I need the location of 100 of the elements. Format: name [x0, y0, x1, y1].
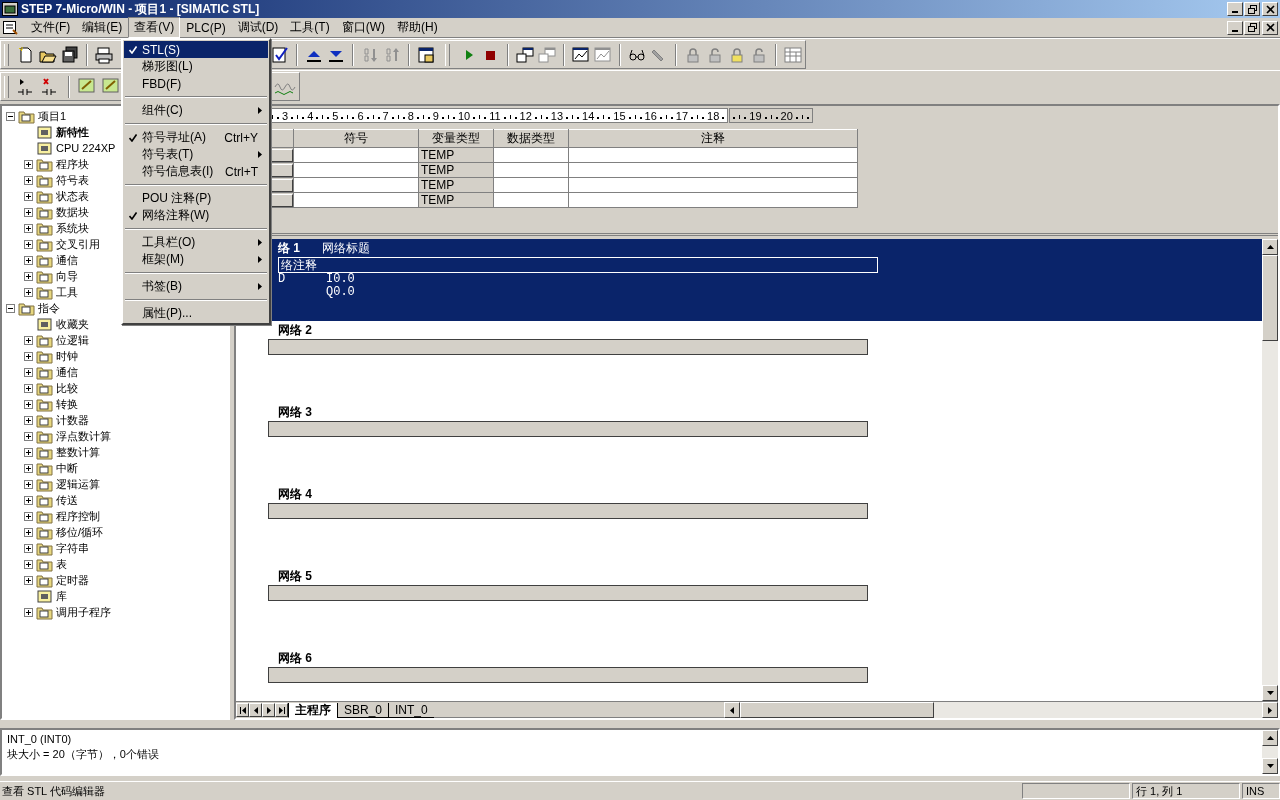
expand-icon[interactable] — [24, 223, 33, 233]
tree-item[interactable]: 收藏夹 — [56, 316, 89, 332]
tree-item[interactable]: 表 — [56, 556, 67, 572]
network[interactable]: 网络 6 — [256, 649, 1262, 701]
expand-icon[interactable] — [24, 543, 33, 553]
scroll-down-button[interactable] — [1262, 758, 1278, 774]
network-comment-field[interactable] — [268, 585, 868, 601]
tree-item[interactable]: 新特性 — [56, 124, 89, 140]
expand-icon[interactable] — [24, 415, 33, 425]
expand-icon[interactable] — [24, 575, 33, 585]
tree-item[interactable]: 转换 — [56, 396, 78, 412]
expand-icon[interactable] — [24, 207, 33, 217]
table-icon[interactable] — [784, 45, 802, 64]
expand-icon[interactable] — [24, 239, 33, 249]
tree-item[interactable]: 通信 — [56, 252, 78, 268]
column-header[interactable]: 变量类型 — [418, 129, 494, 148]
expand-icon[interactable] — [24, 479, 33, 489]
vertical-scrollbar[interactable] — [1262, 730, 1278, 774]
network[interactable]: 网络 5 — [256, 567, 1262, 649]
tab[interactable]: SBR_0 — [337, 702, 389, 718]
restore-button[interactable] — [1244, 20, 1260, 35]
menu-item[interactable]: 文件(F) — [25, 17, 77, 38]
column-header[interactable]: 数据类型 — [493, 129, 569, 148]
scroll-right-button[interactable] — [1262, 702, 1278, 718]
expand-icon[interactable] — [24, 463, 33, 473]
tree-item[interactable]: 项目1 — [38, 108, 67, 124]
network-comment-field[interactable] — [268, 421, 868, 437]
expand-icon[interactable] — [24, 559, 33, 569]
expand-icon[interactable] — [24, 255, 33, 265]
close-button[interactable] — [1262, 20, 1278, 35]
collapse-icon[interactable] — [6, 303, 15, 313]
menu-item[interactable]: 编辑(E) — [76, 17, 129, 38]
expand-icon[interactable] — [24, 399, 33, 409]
first-tab-button[interactable] — [236, 703, 249, 717]
expand-icon[interactable] — [24, 495, 33, 505]
expand-icon[interactable] — [24, 511, 33, 521]
network-icon[interactable] — [516, 45, 534, 64]
menu-item[interactable]: 查看(V) — [128, 17, 181, 38]
close-button[interactable] — [1262, 2, 1278, 16]
trend-chart-icon[interactable] — [572, 45, 590, 64]
checked-document-icon[interactable] — [271, 45, 289, 64]
expand-icon[interactable] — [24, 607, 33, 617]
menu-item[interactable]: 梯形图(L) — [124, 58, 268, 75]
next-tab-button[interactable] — [262, 703, 275, 717]
expand-icon[interactable] — [24, 271, 33, 281]
network-comment-field[interactable]: 络注释 — [278, 257, 878, 273]
tree-item[interactable]: 计数器 — [56, 412, 89, 428]
tree-item[interactable]: 数据块 — [56, 204, 89, 220]
tree-item[interactable]: CPU 224XP — [56, 142, 116, 154]
lock-icon[interactable] — [728, 45, 746, 64]
menu-item[interactable]: 符号寻址(A) Ctrl+Y — [124, 129, 268, 146]
network-comment-field[interactable] — [268, 339, 868, 355]
network[interactable]: 网络 3 — [256, 403, 1262, 485]
window-icon[interactable] — [417, 45, 435, 64]
tree-item[interactable]: 定时器 — [56, 572, 89, 588]
minimize-button[interactable] — [1227, 20, 1243, 35]
column-header[interactable]: 注释 — [568, 129, 858, 148]
menu-item[interactable]: 网络注释(W) — [124, 207, 268, 224]
tree-item[interactable]: 比较 — [56, 380, 78, 396]
network-comment-field[interactable] — [268, 667, 868, 683]
last-tab-button[interactable] — [275, 703, 288, 717]
tree-item[interactable]: 通信 — [56, 364, 78, 380]
tree-item[interactable]: 位逻辑 — [56, 332, 89, 348]
tree-item[interactable]: 时钟 — [56, 348, 78, 364]
scroll-thumb[interactable] — [1262, 255, 1278, 341]
expand-icon[interactable] — [24, 527, 33, 537]
expand-icon[interactable] — [24, 351, 33, 361]
new-file-icon[interactable] — [17, 45, 35, 64]
scroll-down-button[interactable] — [1262, 685, 1278, 701]
expand-icon[interactable] — [24, 367, 33, 377]
tree-item[interactable]: 传送 — [56, 492, 78, 508]
tree-item[interactable]: 浮点数计算 — [56, 428, 111, 444]
tree-item[interactable]: 库 — [56, 588, 67, 604]
tree-item[interactable]: 指令 — [38, 300, 60, 316]
tree-item[interactable]: 逻辑运算 — [56, 476, 100, 492]
expand-icon[interactable] — [24, 175, 33, 185]
tree-item[interactable]: 向导 — [56, 268, 78, 284]
menu-item[interactable]: 调试(D) — [231, 17, 285, 38]
collapse-icon[interactable] — [6, 111, 15, 121]
tree-item[interactable]: 系统块 — [56, 220, 89, 236]
menu-item[interactable]: 符号信息表(I) Ctrl+T — [124, 163, 268, 180]
restore-button[interactable] — [1244, 2, 1260, 16]
scroll-left-button[interactable] — [723, 702, 740, 718]
tab[interactable]: 主程序 — [288, 702, 337, 718]
menu-item[interactable]: STL(S) — [124, 41, 268, 58]
menu-item[interactable]: POU 注释(P) — [124, 190, 268, 207]
minimize-button[interactable] — [1227, 2, 1243, 16]
network[interactable]: 网络 4 — [256, 485, 1262, 567]
expand-icon[interactable] — [24, 159, 33, 169]
menu-item[interactable]: 帮助(H) — [391, 17, 444, 38]
scroll-up-button[interactable] — [1262, 239, 1278, 255]
tree-item[interactable]: 符号表 — [56, 172, 89, 188]
tree-item[interactable]: 整数计算 — [56, 444, 100, 460]
tree-item[interactable]: 状态表 — [56, 188, 89, 204]
previous-tab-button[interactable] — [249, 703, 262, 717]
menu-item[interactable]: 窗口(W) — [335, 17, 391, 38]
tree-item[interactable]: 交叉引用 — [56, 236, 100, 252]
menu-item[interactable]: PLC(P) — [180, 18, 232, 37]
document-icon[interactable] — [2, 19, 19, 36]
network[interactable]: 网络 2 — [256, 321, 1262, 403]
